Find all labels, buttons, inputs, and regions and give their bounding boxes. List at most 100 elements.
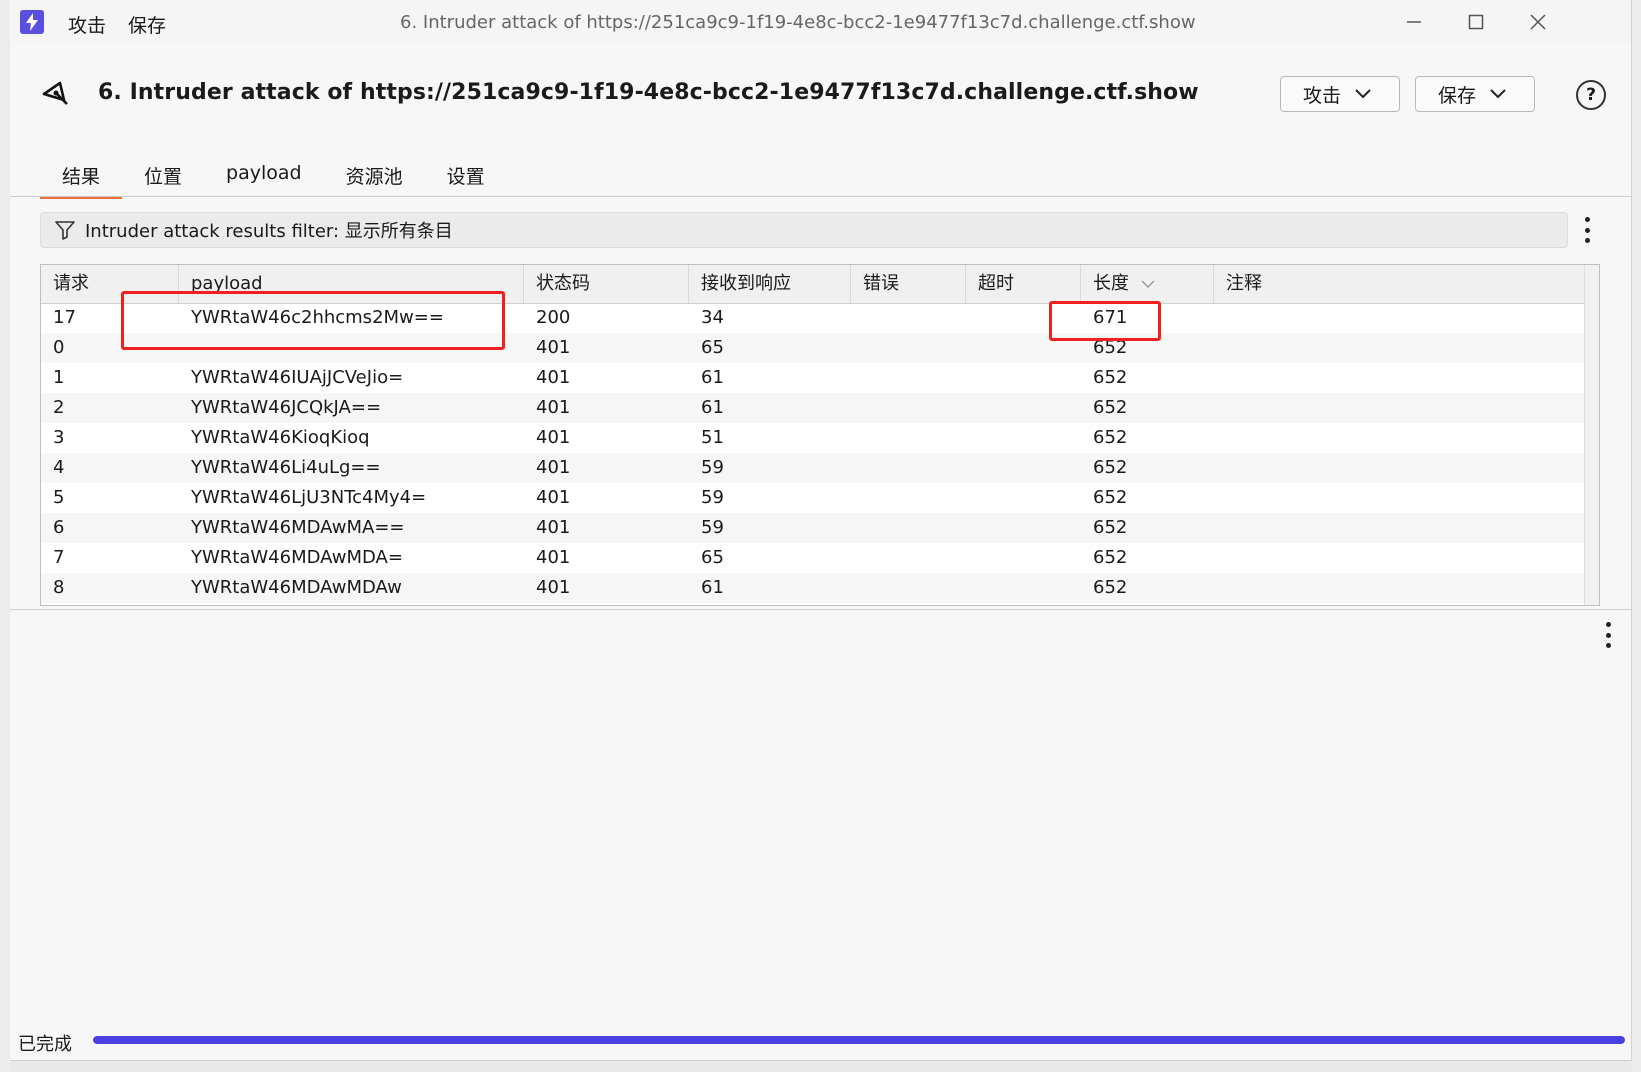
menu-save[interactable]: 保存 [128, 11, 166, 38]
funnel-icon [55, 221, 75, 240]
table-row[interactable]: 3 YWRtaW46KioqKioq 401 51 652 [41, 423, 1593, 453]
cell-error [851, 393, 966, 423]
cell-comment [1214, 543, 1593, 573]
cell-request: 2 [53, 397, 65, 418]
cell-response-received: 34 [701, 307, 724, 328]
cell-request: 3 [53, 427, 65, 448]
table-row[interactable]: 2 YWRtaW46JCQkJA== 401 61 652 [41, 393, 1593, 423]
cell-error [851, 513, 966, 543]
cell-length: 652 [1093, 367, 1128, 388]
cell-comment [1214, 333, 1593, 363]
tab-divider [10, 196, 1631, 197]
cell-request: 5 [53, 487, 65, 508]
page-title: 6. Intruder attack of https://251ca9c9-1… [98, 80, 1199, 105]
tab-bar: 结果 位置 payload 资源池 设置 [40, 152, 507, 199]
title-bar: 攻击 保存 6. Intruder attack of https://251c… [10, 0, 1631, 44]
table-row[interactable]: 5 YWRtaW46LjU3NTc4My4= 401 59 652 [41, 483, 1593, 513]
cell-status: 200 [536, 307, 571, 328]
column-header-timeout[interactable]: 超时 [966, 265, 1081, 303]
table-row[interactable]: 17 YWRtaW46c2hhcms2Mw== 200 34 671 [41, 303, 1593, 333]
table-row[interactable]: 1 YWRtaW46IUAjJCVeJio= 401 61 652 [41, 363, 1593, 393]
status-text: 已完成 [18, 1034, 72, 1055]
burp-bolt-icon [20, 10, 44, 34]
cell-timeout [966, 423, 1081, 453]
results-table: 请求 payload 状态码 接收到响应 错误 超时 长度 注释 17 YWRta… [40, 264, 1600, 606]
column-header-length[interactable]: 长度 [1081, 265, 1214, 303]
cell-length: 652 [1093, 517, 1128, 538]
table-row[interactable]: 0 401 65 652 [41, 333, 1593, 363]
intruder-attack-window: 攻击 保存 6. Intruder attack of https://251c… [10, 0, 1632, 1061]
cell-timeout [966, 303, 1081, 333]
vertical-scrollbar[interactable] [1584, 265, 1599, 605]
minimize-button[interactable] [1396, 8, 1432, 36]
cell-response-received: 59 [701, 517, 724, 538]
results-filter-bar[interactable]: Intruder attack results filter: 显示所有条目 [40, 212, 1568, 248]
cell-length: 652 [1093, 427, 1128, 448]
table-row[interactable]: 7 YWRtaW46MDAwMDA= 401 65 652 [41, 543, 1593, 573]
column-header-request[interactable]: 请求 [41, 265, 179, 303]
column-header-payload[interactable]: payload [179, 265, 524, 303]
menu-attack[interactable]: 攻击 [68, 11, 106, 38]
column-header-comment[interactable]: 注释 [1214, 265, 1593, 303]
cell-request: 6 [53, 517, 65, 538]
maximize-button[interactable] [1458, 8, 1494, 36]
cell-length: 652 [1093, 577, 1128, 598]
table-row[interactable]: 6 YWRtaW46MDAwMA== 401 59 652 [41, 513, 1593, 543]
attack-dropdown-button[interactable]: 攻击 [1280, 76, 1400, 112]
cell-payload: YWRtaW46MDAwMDA= [191, 547, 403, 568]
cell-error [851, 453, 966, 483]
table-row[interactable]: 4 YWRtaW46Li4uLg== 401 59 652 [41, 453, 1593, 483]
kebab-menu-icon[interactable] [1585, 217, 1591, 243]
length-header-label: 长度 [1093, 273, 1129, 294]
kebab-menu-icon[interactable] [1606, 622, 1612, 648]
cell-payload: YWRtaW46MDAwMA== [191, 517, 405, 538]
cell-request: 4 [53, 457, 65, 478]
cell-timeout [966, 393, 1081, 423]
cell-status: 401 [536, 397, 571, 418]
cell-status: 401 [536, 547, 571, 568]
cell-timeout [966, 333, 1081, 363]
cell-request: 7 [53, 547, 65, 568]
tab-results[interactable]: 结果 [40, 152, 123, 199]
cell-status: 401 [536, 487, 571, 508]
table-row[interactable]: 8 YWRtaW46MDAwMDAw 401 61 652 [41, 573, 1593, 603]
cell-response-received: 65 [701, 547, 724, 568]
cell-timeout [966, 453, 1081, 483]
cell-timeout [966, 573, 1081, 603]
progress-bar [93, 1036, 1625, 1044]
intruder-target-icon [40, 78, 72, 110]
cell-response-received: 65 [701, 337, 724, 358]
help-circle-icon[interactable]: ? [1576, 80, 1606, 110]
tab-positions[interactable]: 位置 [122, 152, 204, 196]
chevron-down-icon [1355, 89, 1371, 99]
cell-status: 401 [536, 367, 571, 388]
cell-error [851, 483, 966, 513]
tab-resource-pool[interactable]: 资源池 [324, 152, 425, 196]
column-header-error[interactable]: 错误 [851, 265, 966, 303]
cell-response-received: 59 [701, 487, 724, 508]
pane-divider[interactable] [10, 609, 1631, 610]
column-header-status[interactable]: 状态码 [524, 265, 689, 303]
tab-settings[interactable]: 设置 [425, 152, 507, 196]
cell-request: 17 [53, 307, 76, 328]
background-window-left [0, 0, 10, 1072]
cell-payload: YWRtaW46Li4uLg== [191, 457, 381, 478]
cell-payload: YWRtaW46c2hhcms2Mw== [191, 307, 444, 328]
cell-timeout [966, 363, 1081, 393]
cell-error [851, 423, 966, 453]
cell-payload: YWRtaW46KioqKioq [191, 427, 370, 448]
save-dropdown-button[interactable]: 保存 [1415, 76, 1535, 112]
table-header: 请求 payload 状态码 接收到响应 错误 超时 长度 注释 [41, 265, 1593, 304]
cell-error [851, 363, 966, 393]
cell-comment [1214, 513, 1593, 543]
cell-payload [179, 333, 524, 363]
cell-response-received: 61 [701, 367, 724, 388]
cell-payload: YWRtaW46JCQkJA== [191, 397, 382, 418]
cell-payload: YWRtaW46IUAjJCVeJio= [191, 367, 404, 388]
chevron-down-icon [1490, 89, 1506, 99]
progress-bar-fill [93, 1036, 1625, 1044]
background-window-right [1631, 0, 1641, 1072]
column-header-response-received[interactable]: 接收到响应 [689, 265, 851, 303]
tab-payload[interactable]: payload [204, 152, 324, 196]
close-button[interactable] [1520, 8, 1556, 36]
